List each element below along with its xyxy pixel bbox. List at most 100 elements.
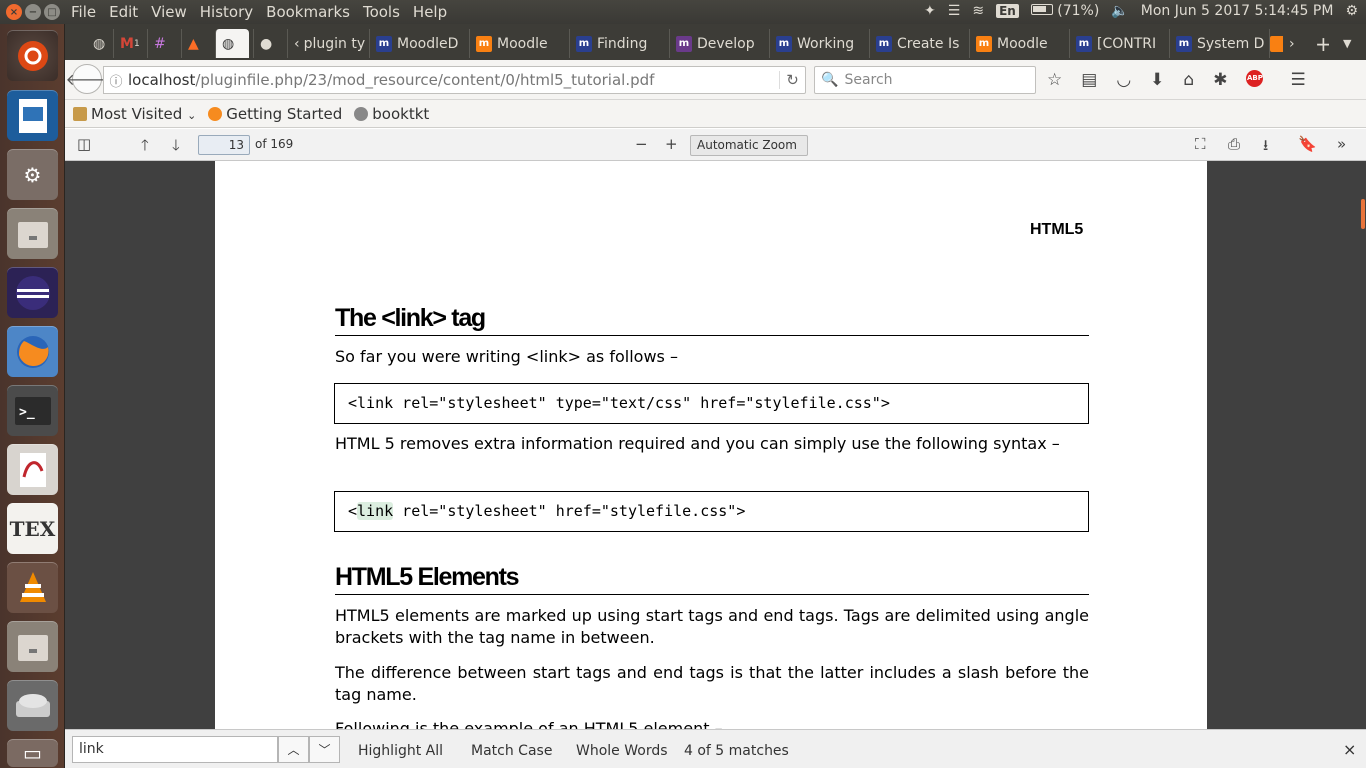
sort-icon[interactable]: ☰ — [948, 3, 961, 19]
bookmark-label: Most Visited — [91, 104, 183, 123]
menu-bookmarks[interactable]: Bookmarks — [266, 3, 350, 21]
menu-history[interactable]: History — [200, 3, 253, 21]
chevron-down-icon: ▼ — [1343, 37, 1352, 50]
info-icon[interactable]: ⓘ — [104, 71, 128, 90]
presentation-mode-icon[interactable]: ⛶ — [1195, 135, 1206, 153]
terminal-icon[interactable]: >_ — [7, 385, 58, 436]
tab-1[interactable]: ‹ plugin ty — [287, 29, 365, 58]
find-next-button[interactable]: ﹀ — [309, 736, 340, 763]
gmail-unread-badge: 1 — [133, 38, 140, 49]
whole-words-toggle[interactable]: Whole Words — [576, 743, 668, 759]
globe-icon: ◍ — [93, 35, 106, 52]
adblock-icon[interactable]: ABP — [1246, 70, 1264, 87]
tab-pinned-slack[interactable]: # — [147, 29, 177, 58]
sidebar-toggle-icon[interactable]: ◫ — [77, 135, 91, 153]
extension-icon[interactable]: ✱ — [1213, 70, 1227, 90]
hamburger-menu-icon[interactable]: ☰ — [1290, 70, 1305, 90]
zoom-out-button[interactable]: − — [635, 135, 648, 153]
next-page-icon[interactable]: 🡓 — [172, 135, 180, 160]
save-icon[interactable]: ⭳ — [1263, 135, 1268, 160]
tab-6[interactable]: m Working — [769, 29, 865, 58]
previous-page-icon[interactable]: 🡑 — [141, 135, 149, 160]
pocket-icon[interactable]: ◡ — [1116, 70, 1131, 90]
tab-scroll-right-button[interactable]: › — [1283, 29, 1301, 58]
firefox-icon[interactable] — [7, 326, 58, 377]
bookmark-icon[interactable]: 🔖 — [1298, 135, 1317, 153]
bookmark-booktkt[interactable]: booktkt — [354, 105, 429, 123]
chevron-down-icon: ﹀ — [318, 743, 331, 757]
libreoffice-impress-icon[interactable] — [7, 90, 58, 141]
tab-pinned-github[interactable]: ● — [253, 29, 283, 58]
vlc-icon[interactable] — [7, 562, 58, 613]
zoom-select[interactable]: Automatic Zoom ⬍ — [690, 135, 808, 171]
unity-launcher: ⚙ >_ TEX ▭ — [0, 24, 65, 768]
back-button[interactable]: 🡐 — [66, 64, 108, 94]
page-header: HTML5 — [1030, 221, 1084, 238]
drive-icon[interactable] — [7, 680, 58, 731]
find-input[interactable]: link — [72, 736, 278, 763]
print-icon[interactable]: ⎙ — [1228, 135, 1240, 153]
search-input[interactable]: 🔍 Search — [814, 66, 1036, 94]
trash-icon[interactable]: ▭ — [7, 739, 58, 767]
reading-list-icon[interactable]: ▤ — [1081, 70, 1097, 90]
close-icon[interactable]: × — [1343, 740, 1356, 759]
tab-7[interactable]: m Create Is — [869, 29, 965, 58]
wifi-icon[interactable]: ≋ — [972, 3, 984, 19]
texmaker-icon[interactable]: TEX — [7, 503, 58, 554]
bookmark-most-visited[interactable]: Most Visited ⌄ — [73, 105, 196, 123]
tab-2[interactable]: m MoodleD — [369, 29, 465, 58]
match-case-toggle[interactable]: Match Case — [471, 743, 552, 759]
reload-icon[interactable]: ↻ — [779, 71, 805, 89]
menu-tools[interactable]: Tools — [363, 3, 400, 21]
dropbox-icon[interactable]: ✦ — [924, 3, 936, 19]
tab-3[interactable]: m Moodle — [469, 29, 565, 58]
moodle-icon: m — [476, 35, 492, 52]
window-close-button[interactable]: × — [6, 4, 22, 20]
tab-9[interactable]: m [CONTRI — [1069, 29, 1165, 58]
window-maximize-button[interactable]: □ — [44, 4, 60, 20]
highlight-all-toggle[interactable]: Highlight All — [358, 743, 443, 759]
tab-11[interactable] — [1269, 29, 1283, 58]
eclipse-icon[interactable] — [7, 267, 58, 318]
home-icon[interactable]: ⌂ — [1183, 70, 1194, 90]
bookmark-getting-started[interactable]: Getting Started — [208, 105, 342, 123]
menu-edit[interactable]: Edit — [109, 3, 138, 21]
gear-icon[interactable]: ⚙ — [1345, 3, 1358, 19]
tab-10[interactable]: m System D — [1169, 29, 1265, 58]
tab-5[interactable]: m Develop — [669, 29, 765, 58]
volume-icon[interactable]: 🔈 — [1111, 3, 1128, 19]
files-icon-2[interactable] — [7, 621, 58, 672]
document-viewer-icon[interactable] — [7, 444, 58, 495]
folder-icon — [73, 106, 87, 121]
download-icon[interactable]: ⬇ — [1150, 70, 1164, 90]
url-bar[interactable]: ⓘ localhost/pluginfile.php/23/mod_resour… — [103, 66, 806, 94]
tools-chevron-icon[interactable]: » — [1337, 135, 1346, 153]
menu-view[interactable]: View — [151, 3, 187, 21]
tab-4[interactable]: m Finding — [569, 29, 665, 58]
bookmark-star-icon[interactable]: ☆ — [1047, 70, 1062, 90]
menu-help[interactable]: Help — [413, 3, 447, 21]
page-number-input[interactable]: 13 — [198, 135, 250, 155]
tab-label: Create Is — [897, 35, 960, 52]
clock[interactable]: Mon Jun 5 2017 5:14:45 PM — [1141, 3, 1334, 19]
tab-pinned-gitlab[interactable]: ▲ — [181, 29, 211, 58]
new-tab-button[interactable]: + — [1309, 29, 1329, 58]
window-minimize-button[interactable]: − — [25, 4, 41, 20]
battery-indicator[interactable]: (71%) — [1030, 3, 1099, 19]
plus-icon: + — [1315, 31, 1329, 56]
files-icon[interactable] — [7, 208, 58, 259]
tab-pinned-gmail[interactable]: M1 — [113, 29, 143, 58]
chevron-up-icon: ︿ — [287, 743, 300, 757]
keyboard-layout-indicator[interactable]: En — [996, 4, 1019, 18]
pdf-viewer[interactable]: HTML5 The <link> tag So far you were wri… — [65, 161, 1366, 729]
tab-list-button[interactable]: ▼ — [1337, 29, 1359, 58]
ubuntu-dash-icon[interactable] — [7, 30, 58, 81]
system-settings-icon[interactable]: ⚙ — [7, 149, 58, 200]
scrollbar-thumb[interactable] — [1361, 199, 1365, 229]
tab-active-pdf[interactable]: ◍ — [215, 29, 249, 58]
tab-pinned-globe[interactable]: ◍ — [87, 29, 109, 58]
menu-file[interactable]: File — [71, 3, 96, 21]
zoom-in-button[interactable]: + — [665, 135, 678, 153]
tab-8[interactable]: m Moodle — [969, 29, 1065, 58]
find-previous-button[interactable]: ︿ — [278, 736, 309, 763]
